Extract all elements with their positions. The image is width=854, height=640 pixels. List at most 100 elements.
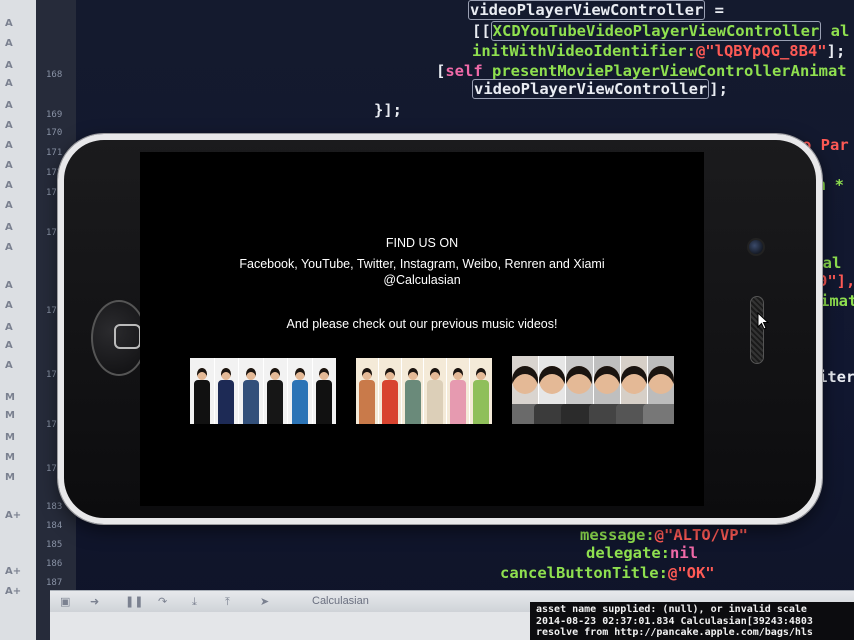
pause-icon[interactable]: ❚❚: [125, 595, 143, 608]
issue-marker: M: [5, 432, 15, 443]
person-head: [512, 366, 539, 394]
music-video-thumbnail-1[interactable]: [190, 358, 336, 424]
code-line: iter: [818, 368, 854, 386]
breakpoints-icon[interactable]: ➜: [90, 595, 102, 608]
code-line: cancelButtonTitle:@"OK": [500, 564, 715, 582]
code-line: [[XCDYouTubeVideoPlayerViewController al: [472, 21, 849, 41]
person-head: [384, 368, 395, 380]
code-line: videoPlayerViewController =: [468, 0, 724, 20]
code-token: [: [436, 62, 446, 80]
issue-marker: A: [5, 100, 13, 111]
issue-marker: A: [5, 360, 13, 371]
issue-marker: A+: [5, 510, 22, 521]
code-line: videoPlayerViewController];: [472, 79, 728, 99]
issue-marker: M: [5, 410, 15, 421]
hide-console-icon[interactable]: ▣: [60, 595, 72, 608]
issue-marker: A: [5, 120, 13, 131]
iphone-device: FIND US ON Facebook, YouTube, Twitter, I…: [58, 134, 822, 524]
thumbnail-person: [356, 358, 379, 424]
issue-marker: A+: [5, 566, 22, 577]
line-number: 17: [46, 370, 57, 380]
music-videos-prompt: And please check out our previous music …: [286, 317, 558, 331]
person-body: [404, 380, 421, 424]
code-token: message:: [580, 526, 655, 544]
front-camera-icon: [747, 238, 765, 256]
code-token: cancelButtonTitle:: [500, 564, 668, 582]
code-token: imati: [820, 292, 854, 310]
person-body: [427, 380, 444, 424]
code-token: nil: [670, 544, 698, 562]
code-token: videoPlayerViewController: [472, 79, 710, 99]
code-line: delegate:nil: [586, 544, 698, 562]
line-number: 170: [46, 128, 63, 138]
code-token: presentMoviePlayerViewControllerAnimat: [482, 62, 847, 80]
music-video-thumbnail-3[interactable]: [512, 356, 674, 424]
code-token: initWithVideoIdentifier:: [472, 42, 696, 60]
person-head: [539, 366, 566, 394]
location-icon[interactable]: ➤: [260, 595, 272, 608]
code-token: delegate:: [586, 544, 670, 562]
person-head: [430, 368, 441, 380]
person-body: [381, 380, 398, 424]
step-out-icon[interactable]: ⤒: [225, 595, 237, 608]
code-token: @"OK": [667, 564, 715, 582]
issue-marker: A: [5, 60, 13, 71]
code-line: initWithVideoIdentifier:@"lQBYpQG_8B4"];: [472, 42, 845, 60]
step-over-icon[interactable]: ↷: [158, 595, 170, 608]
issue-marker: A: [5, 38, 13, 49]
find-us-title: FIND US ON: [385, 236, 459, 250]
person-body: [242, 380, 259, 424]
code-token: }];: [374, 101, 402, 119]
thumbnail-person: [401, 358, 425, 424]
code-token: [[: [472, 22, 491, 40]
person-head: [196, 368, 207, 380]
person-body: [642, 404, 674, 424]
person-body: [267, 380, 284, 424]
thumbnail-person: [642, 356, 674, 424]
person-head: [221, 368, 232, 380]
issue-marker: M: [5, 392, 15, 403]
line-number: 17: [46, 228, 57, 238]
debug-target-label: Calculasian: [312, 595, 369, 607]
console-line: asset name supplied: (null), or invalid …: [536, 604, 807, 615]
code-line: [self presentMoviePlayerViewControllerAn…: [436, 62, 847, 80]
variables-pane: [50, 612, 530, 640]
issue-marker: A: [5, 340, 13, 351]
code-line: message:@"ALTO/VP": [580, 526, 748, 544]
code-token: =: [705, 1, 724, 19]
person-head: [647, 366, 674, 394]
thumbnail-person: [214, 358, 239, 424]
mouse-cursor-icon: [757, 312, 769, 330]
person-head: [566, 366, 593, 394]
person-body: [218, 380, 235, 424]
thumbnail-person: [378, 358, 402, 424]
line-number: 184: [46, 521, 63, 531]
person-head: [319, 368, 330, 380]
issue-marker: M: [5, 472, 15, 483]
step-into-icon[interactable]: ⤓: [192, 595, 204, 608]
code-token: @"ALTO/VP": [654, 526, 748, 544]
code-token: ];: [709, 80, 728, 98]
home-square-icon: [114, 324, 141, 349]
code-token: 0"],: [818, 272, 854, 290]
issue-marker: A: [5, 200, 13, 211]
line-number: 183: [46, 502, 63, 512]
social-handle: @Calculasian: [383, 273, 461, 287]
code-token: self: [445, 62, 483, 80]
person-body: [291, 380, 308, 424]
issue-marker: A: [5, 322, 13, 333]
music-video-thumbnail-2[interactable]: [356, 358, 492, 424]
issue-marker: A: [5, 280, 13, 291]
thumbnail-person: [239, 358, 264, 424]
line-number: 169: [46, 110, 63, 120]
person-head: [270, 368, 281, 380]
app-screen[interactable]: FIND US ON Facebook, YouTube, Twitter, I…: [140, 152, 704, 506]
person-head: [294, 368, 305, 380]
line-number: 185: [46, 540, 63, 550]
issue-marker: M: [5, 452, 15, 463]
issue-marker: A: [5, 140, 13, 151]
issue-marker: A: [5, 180, 13, 191]
thumbnail-person: [312, 358, 336, 424]
console-line: resolve from http://pancake.apple.com/ba…: [536, 627, 813, 638]
code-token: iter: [818, 368, 854, 386]
